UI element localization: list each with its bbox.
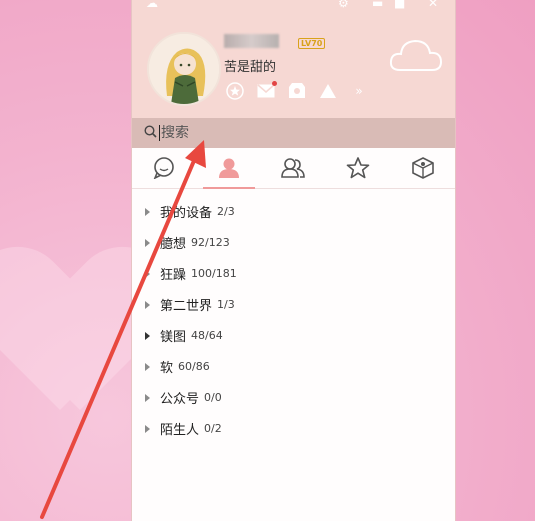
expand-arrow-icon[interactable] — [145, 362, 150, 371]
group-count: 2/3 — [217, 205, 235, 218]
profile-icons-row: » — [224, 80, 370, 102]
group-row[interactable]: 镁图 48/64 — [132, 320, 455, 351]
maximize-icon[interactable]: ■ — [394, 0, 405, 10]
expand-arrow-icon[interactable] — [145, 424, 150, 433]
cloud-weather-icon[interactable] — [388, 34, 444, 74]
group-count: 0/2 — [204, 422, 222, 435]
shop-icon[interactable] — [286, 80, 308, 102]
group-row-my-devices[interactable]: 我的设备 2/3 — [132, 196, 455, 227]
settings-icon[interactable]: ⚙ — [338, 0, 349, 10]
chat-bubble-icon — [154, 157, 175, 179]
expand-arrow-icon[interactable] — [145, 331, 150, 340]
signature-text[interactable]: 苦是甜的 — [224, 56, 276, 75]
group-count: 0/0 — [204, 391, 222, 404]
group-row-strangers[interactable]: 陌生人 0/2 — [132, 413, 455, 444]
search-input[interactable] — [161, 125, 381, 141]
box-icon — [411, 157, 434, 179]
vip-star-icon[interactable] — [224, 80, 246, 102]
expand-arrow-icon[interactable] — [145, 300, 150, 309]
tab-favorites[interactable] — [326, 148, 391, 188]
level-badge[interactable]: LV70 — [298, 38, 326, 49]
tab-groups[interactable] — [261, 148, 326, 188]
minimize-icon[interactable]: ▬ — [372, 0, 383, 10]
expand-arrow-icon[interactable] — [145, 269, 150, 278]
avatar-image — [149, 34, 219, 104]
group-row-official-accounts[interactable]: 公众号 0/0 — [132, 382, 455, 413]
weather-icon[interactable] — [317, 80, 339, 102]
group-name: 软 — [160, 361, 174, 376]
person-icon — [218, 158, 239, 178]
group-icon — [281, 158, 306, 178]
contact-group-list: 我的设备 2/3 臆想 92/123 狂躁 100/181 第二世界 1/3 镁… — [132, 196, 455, 444]
nickname-blurred[interactable] — [224, 34, 279, 48]
more-chevrons-icon[interactable]: » — [348, 80, 370, 102]
group-name: 我的设备 — [160, 206, 213, 221]
qq-main-panel: ☁ ⚙ ▬ ■ ✕ LV70 苦是甜的 » 搜索 我的设备 2/3 臆想 92/… — [131, 0, 456, 521]
tab-contacts[interactable] — [197, 148, 262, 189]
search-icon — [144, 124, 157, 142]
group-count: 48/64 — [191, 329, 223, 342]
search-bar[interactable] — [132, 118, 455, 148]
text-caret — [159, 125, 160, 141]
group-name: 镁图 — [160, 330, 187, 345]
tab-apps[interactable] — [390, 148, 455, 188]
group-name: 第二世界 — [160, 299, 213, 314]
main-tabs — [132, 148, 455, 189]
group-name: 狂躁 — [160, 268, 187, 283]
mail-icon[interactable] — [255, 80, 277, 102]
group-count: 100/181 — [191, 267, 237, 280]
group-row[interactable]: 臆想 92/123 — [132, 227, 455, 258]
group-name: 陌生人 — [160, 423, 200, 438]
skin-icon[interactable]: ☁ — [146, 0, 158, 10]
expand-arrow-icon[interactable] — [145, 207, 150, 216]
avatar[interactable] — [147, 32, 221, 106]
expand-arrow-icon[interactable] — [145, 238, 150, 247]
group-row[interactable]: 狂躁 100/181 — [132, 258, 455, 289]
group-count: 92/123 — [191, 236, 230, 249]
group-name: 公众号 — [160, 392, 200, 407]
star-icon — [346, 157, 370, 179]
group-row[interactable]: 软 60/86 — [132, 351, 455, 382]
group-count: 60/86 — [178, 360, 210, 373]
expand-arrow-icon[interactable] — [145, 393, 150, 402]
window-controls: ☁ ⚙ ▬ ■ ✕ — [132, 0, 455, 12]
group-count: 1/3 — [217, 298, 235, 311]
group-name: 臆想 — [160, 237, 187, 252]
group-row[interactable]: 第二世界 1/3 — [132, 289, 455, 320]
notification-dot — [272, 81, 277, 86]
tab-messages[interactable] — [132, 148, 197, 188]
profile-header: ☁ ⚙ ▬ ■ ✕ LV70 苦是甜的 » — [132, 0, 455, 118]
close-icon[interactable]: ✕ — [428, 0, 438, 10]
